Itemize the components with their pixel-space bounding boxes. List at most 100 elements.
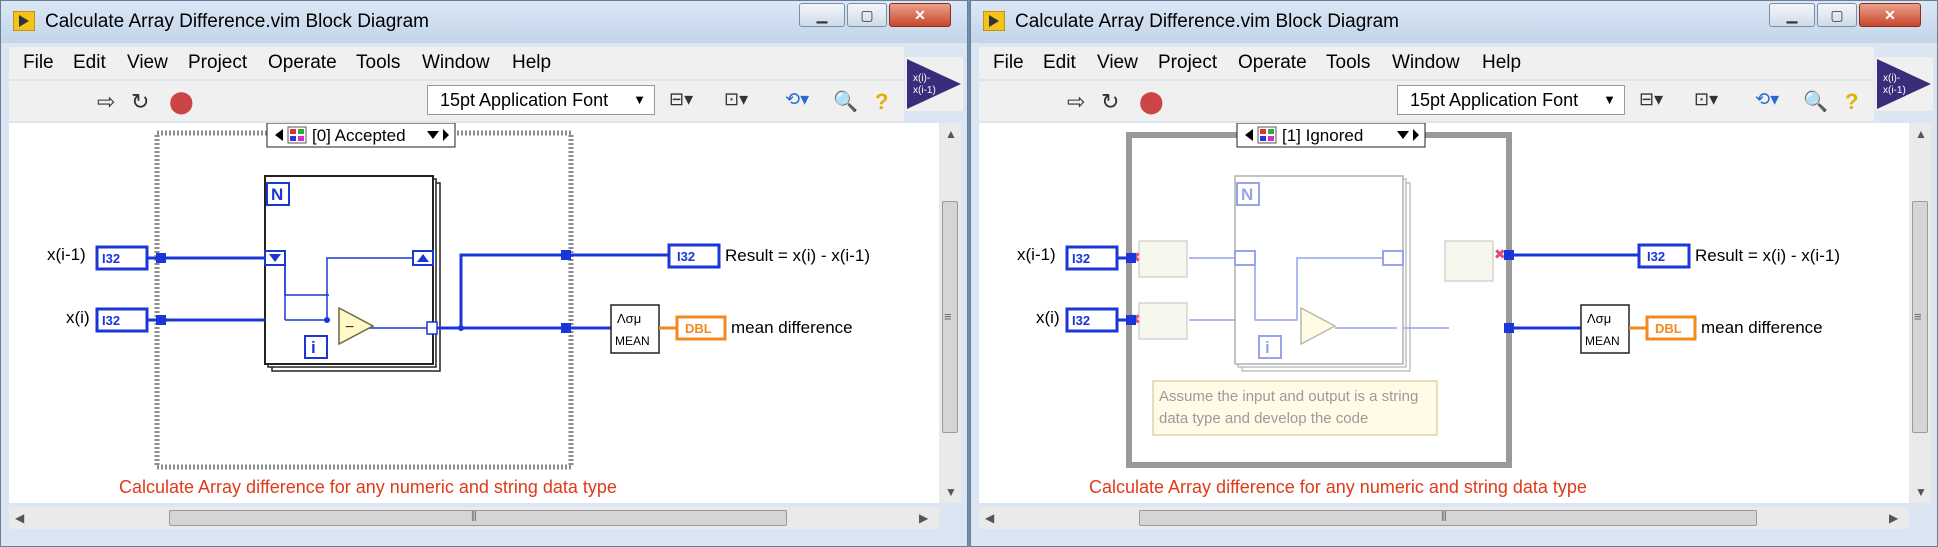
scroll-up-icon[interactable]: ▲ xyxy=(945,127,957,141)
toolbar: ⇨ ↻ ⬤ 15pt Application Font ▼ ⊟▾ ⊡▾ ⟲▾ 🔍 … xyxy=(9,81,904,121)
menu-project[interactable]: Project xyxy=(188,52,247,74)
maximize-button[interactable]: ▢ xyxy=(1817,3,1857,27)
scroll-down-icon[interactable]: ▼ xyxy=(945,485,957,499)
scroll-left-icon[interactable]: ◀ xyxy=(985,511,994,525)
block-diagram-window-right: Calculate Array Difference.vim Block Dia… xyxy=(970,0,1938,547)
horizontal-scrollbar[interactable]: ◀ ⦀ ▶ xyxy=(9,507,939,529)
x-i-terminal[interactable]: I32 xyxy=(95,307,149,333)
svg-text:x(i)-: x(i)- xyxy=(913,73,930,84)
reorder-icon[interactable]: ⟲▾ xyxy=(1755,89,1779,110)
abort-icon[interactable]: ⬤ xyxy=(169,89,194,115)
font-select[interactable]: 15pt Application Font ▼ xyxy=(427,85,655,115)
chevron-down-icon: ▼ xyxy=(633,92,646,107)
reorder-icon[interactable]: ⟲▾ xyxy=(785,89,809,110)
horizontal-scroll-thumb[interactable] xyxy=(169,510,787,526)
search-icon[interactable]: 🔍 xyxy=(1803,89,1828,114)
mean-vi[interactable]: Λσμ MEAN xyxy=(1580,304,1630,354)
note-line-1: Assume the input and output is a string xyxy=(1159,388,1418,405)
iteration-terminal[interactable] xyxy=(304,335,328,359)
window-title: Calculate Array Difference.vim Block Dia… xyxy=(45,11,430,32)
run-arrow-icon[interactable]: ⇨ xyxy=(1067,89,1085,115)
font-select[interactable]: 15pt Application Font ▼ xyxy=(1397,85,1625,115)
menu-edit[interactable]: Edit xyxy=(1043,52,1076,74)
diagram-comment: Calculate Array difference for any numer… xyxy=(119,477,617,497)
mean-difference-label: mean difference xyxy=(731,318,853,337)
menu-tools[interactable]: Tools xyxy=(356,52,400,74)
help-icon[interactable]: ? xyxy=(1845,89,1858,115)
labview-app-icon xyxy=(983,11,1005,31)
vertical-scrollbar[interactable]: ▲ ≡ ▼ xyxy=(939,123,961,503)
menu-view[interactable]: View xyxy=(127,52,168,74)
distribute-objects-icon[interactable]: ⊡▾ xyxy=(1694,89,1718,110)
x-i-minus-1-terminal[interactable]: I32 xyxy=(95,245,149,271)
close-button[interactable]: ✕ xyxy=(1859,3,1921,27)
mean-difference-indicator[interactable]: DBL xyxy=(675,315,727,341)
menu-project[interactable]: Project xyxy=(1158,52,1217,74)
abort-icon[interactable]: ⬤ xyxy=(1139,89,1164,115)
font-select-value: 15pt Application Font xyxy=(440,90,609,110)
search-icon[interactable]: 🔍 xyxy=(833,89,858,114)
menu-edit[interactable]: Edit xyxy=(73,52,106,74)
block-diagram-canvas[interactable]: [1] Ignored N i ✖ x(i-1) I32 x(i) I32 As… xyxy=(979,123,1909,503)
iteration-label: i xyxy=(311,338,316,357)
status-strip xyxy=(971,533,1937,546)
run-arrow-icon[interactable]: ⇨ xyxy=(97,89,115,115)
scroll-down-icon[interactable]: ▼ xyxy=(1915,485,1927,499)
result-indicator[interactable]: I32 xyxy=(1637,243,1691,269)
note-comment[interactable]: Assume the input and output is a string … xyxy=(1152,380,1438,436)
mean-difference-indicator[interactable]: DBL xyxy=(1645,315,1697,341)
vertical-scrollbar[interactable]: ▲ ≡ ▼ xyxy=(1909,123,1931,503)
x-i-minus-1-label: x(i-1) xyxy=(1017,245,1056,264)
iteration-label: i xyxy=(1265,338,1270,357)
svg-text:−: − xyxy=(345,319,354,336)
title-bar: Calculate Array Difference.vim Block Dia… xyxy=(1,1,967,43)
loop-count-label: N xyxy=(271,185,283,204)
toolbar: ⇨ ↻ ⬤ 15pt Application Font ▼ ⊟▾ ⊡▾ ⟲▾ 🔍 … xyxy=(979,81,1874,121)
window-title: Calculate Array Difference.vim Block Dia… xyxy=(1015,11,1400,32)
for-loop[interactable]: N i xyxy=(264,175,441,372)
menu-tools[interactable]: Tools xyxy=(1326,52,1370,74)
x-i-terminal[interactable]: I32 xyxy=(1065,307,1119,333)
mean-label: MEAN xyxy=(615,334,650,348)
menu-operate[interactable]: Operate xyxy=(1238,52,1307,74)
close-button[interactable]: ✕ xyxy=(889,3,951,27)
diagram-svg: [0] Accepted N i x(i-1) I32 x(i) I32 − I… xyxy=(47,123,870,497)
menu-file[interactable]: File xyxy=(23,52,54,74)
mean-vi[interactable]: Λσμ MEAN xyxy=(610,304,660,354)
run-continuously-icon[interactable]: ↻ xyxy=(131,89,149,115)
minimize-button[interactable]: ▁ xyxy=(799,3,845,27)
scroll-right-icon[interactable]: ▶ xyxy=(919,511,928,525)
case-selector-label: [0] Accepted xyxy=(312,126,406,145)
case-selector[interactable]: [1] Ignored xyxy=(1236,123,1426,148)
x-i-minus-1-terminal[interactable]: I32 xyxy=(1065,245,1119,271)
broken-wire-icon: ✖ xyxy=(1494,246,1506,262)
help-icon[interactable]: ? xyxy=(875,89,888,115)
menu-file[interactable]: File xyxy=(993,52,1024,74)
x-i-minus-1-type: I32 xyxy=(1072,251,1090,266)
align-objects-icon[interactable]: ⊟▾ xyxy=(669,89,693,110)
result-indicator[interactable]: I32 xyxy=(667,243,721,269)
mean-difference-type: DBL xyxy=(685,321,712,336)
mean-difference-label: mean difference xyxy=(1701,318,1823,337)
menu-bar: File Edit View Project Operate Tools Win… xyxy=(979,47,1874,79)
menu-window[interactable]: Window xyxy=(422,52,490,74)
grip-icon: ⦀ xyxy=(1441,509,1447,524)
horizontal-scrollbar[interactable]: ◀ ⦀ ▶ xyxy=(979,507,1909,529)
case-selector[interactable]: [0] Accepted xyxy=(266,123,456,148)
scroll-up-icon[interactable]: ▲ xyxy=(1915,127,1927,141)
distribute-objects-icon[interactable]: ⊡▾ xyxy=(724,89,748,110)
scroll-left-icon[interactable]: ◀ xyxy=(15,511,24,525)
run-continuously-icon[interactable]: ↻ xyxy=(1101,89,1119,115)
align-objects-icon[interactable]: ⊟▾ xyxy=(1639,89,1663,110)
output-tunnel[interactable] xyxy=(426,321,438,335)
minimize-button[interactable]: ▁ xyxy=(1769,3,1815,27)
menu-window[interactable]: Window xyxy=(1392,52,1460,74)
maximize-button[interactable]: ▢ xyxy=(847,3,887,27)
menu-help[interactable]: Help xyxy=(512,52,551,74)
menu-operate[interactable]: Operate xyxy=(268,52,337,74)
block-diagram-canvas[interactable]: [0] Accepted N i x(i-1) I32 x(i) I32 − I… xyxy=(9,123,939,503)
menu-help[interactable]: Help xyxy=(1482,52,1521,74)
menu-view[interactable]: View xyxy=(1097,52,1138,74)
scroll-right-icon[interactable]: ▶ xyxy=(1889,511,1898,525)
horizontal-scroll-thumb[interactable] xyxy=(1139,510,1757,526)
